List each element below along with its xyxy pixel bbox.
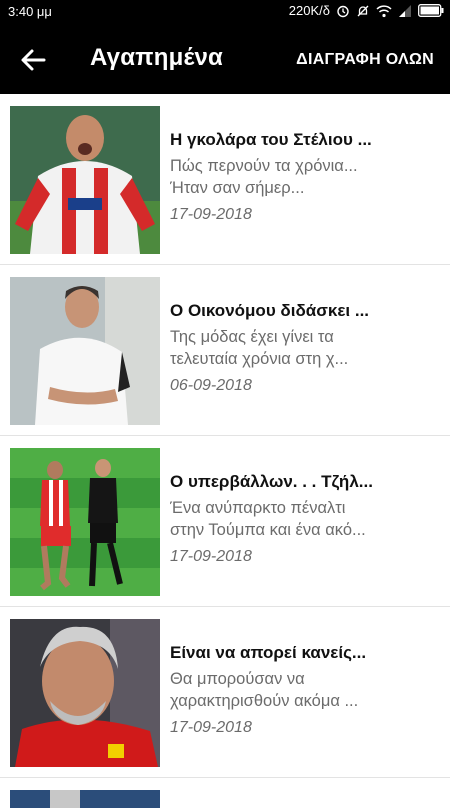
article-date: 06-09-2018 xyxy=(170,377,252,394)
battery-icon xyxy=(418,4,444,17)
article-summary: Θα μπορούσαν να χαρακτηρισθούν ακόμα ... xyxy=(170,670,359,710)
article-title: Ο Οικονόμου διδάσκει ... xyxy=(170,301,370,320)
back-button[interactable] xyxy=(18,46,50,74)
list-item[interactable]: Ο Οικονόμου διδάσκει ... Της μόδας έχει … xyxy=(0,265,450,436)
list-item[interactable]: Ο υπερβάλλων. . . Τζήλ... Ένα ανύπαρκτο … xyxy=(0,436,450,607)
delete-all-button[interactable]: ΔΙΑΓΡΑΦΗ ΟΛΩΝ xyxy=(296,51,434,69)
player-celebrating-image xyxy=(10,106,160,254)
status-time: 3:40 μμ xyxy=(8,4,52,19)
coach-portrait-image xyxy=(10,277,160,425)
article-summary: Ένα ανύπαρκτο πέναλτι στην Τούμπα και έν… xyxy=(170,499,366,539)
article-summary: Της μόδας έχει γίνει τα τελευταία χρόνια… xyxy=(170,328,349,368)
alarm-icon xyxy=(336,4,350,18)
network-speed: 220K/δ xyxy=(288,3,330,18)
article-date: 17-09-2018 xyxy=(170,206,252,223)
signal-icon xyxy=(398,4,412,18)
article-title: Είναι να απορεί κανείς... xyxy=(170,643,367,662)
favorites-list: Η γκολάρα του Στέλιου ... Πώς περνούν τα… xyxy=(0,94,450,808)
app-bar: Αγαπημένα ΔΙΑΓΡΑΦΗ ΟΛΩΝ xyxy=(0,24,450,94)
list-item[interactable] xyxy=(0,778,450,808)
article-date: 17-09-2018 xyxy=(170,719,252,736)
page-title: Αγαπημένα xyxy=(90,44,223,71)
list-item[interactable]: Είναι να απορεί κανείς... Θα μπορούσαν ν… xyxy=(0,607,450,778)
thumbnail-image xyxy=(10,790,160,808)
article-summary: Πώς περνούν τα χρόνια... Ήταν σαν σήμερ.… xyxy=(170,157,358,197)
notifications-off-icon xyxy=(356,4,370,18)
article-date: 17-09-2018 xyxy=(170,548,252,565)
status-bar: 3:40 μμ 220K/δ xyxy=(0,0,450,24)
list-item[interactable]: Η γκολάρα του Στέλιου ... Πώς περνούν τα… xyxy=(0,94,450,265)
arrow-left-icon xyxy=(21,49,46,71)
wifi-icon xyxy=(376,4,392,18)
referee-on-pitch-image xyxy=(10,448,160,596)
team-principal-portrait-image xyxy=(10,619,160,767)
article-title: Ο υπερβάλλων. . . Τζήλ... xyxy=(170,472,373,491)
article-title: Η γκολάρα του Στέλιου ... xyxy=(170,130,372,149)
